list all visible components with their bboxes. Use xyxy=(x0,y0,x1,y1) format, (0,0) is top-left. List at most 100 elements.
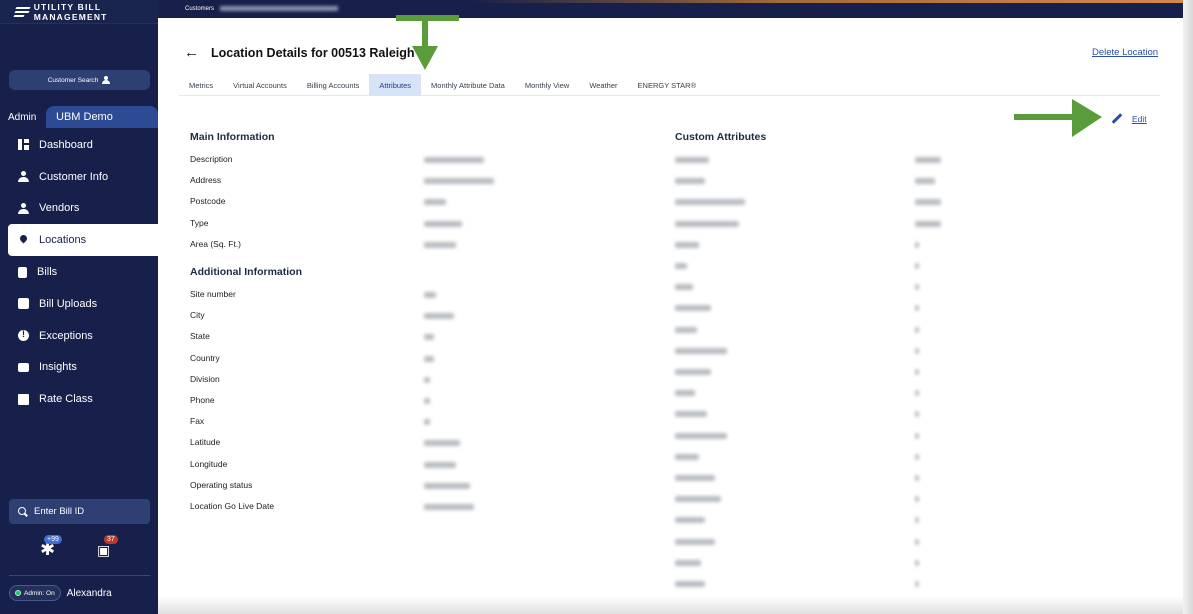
custom-attribute-value-redacted xyxy=(915,305,919,312)
field-value-redacted xyxy=(424,376,430,383)
field-label: Fax xyxy=(190,416,205,427)
sidebar-item-bill-uploads[interactable]: Bill Uploads xyxy=(0,288,158,320)
custom-attribute-value-redacted xyxy=(915,220,941,227)
custom-attribute-value-redacted xyxy=(915,369,919,375)
sidebar-item-label: Rate Class xyxy=(39,393,93,406)
custom-attribute-value-redacted xyxy=(915,432,919,439)
custom-attribute-name-redacted xyxy=(675,199,745,206)
admin-toggle[interactable]: Admin: On xyxy=(9,585,61,601)
person-icon xyxy=(18,171,29,183)
custom-attribute-value-redacted xyxy=(915,178,935,185)
custom-attribute-name-redacted xyxy=(675,411,707,418)
notification-area: ✱ +99 ▣ 37 xyxy=(0,534,158,560)
delete-location-link[interactable]: Delete Location xyxy=(1092,47,1158,58)
field-value-redacted xyxy=(424,292,436,298)
upload-icon xyxy=(18,298,29,310)
sidebar-item-label: Exceptions xyxy=(39,329,93,342)
document-icon xyxy=(18,266,27,278)
sidebar-item-vendors[interactable]: Vendors xyxy=(0,193,158,225)
title-row: ← Location Details for 00513 Raleigh xyxy=(184,44,415,61)
sidebar-item-dashboard[interactable]: Dashboard xyxy=(0,129,158,161)
field-label: Phone xyxy=(190,395,215,405)
sidebar-item-label: Vendors xyxy=(39,202,80,215)
notification-count-badge: +99 xyxy=(44,535,62,544)
custom-attribute-name-redacted xyxy=(675,559,701,566)
field-value-redacted xyxy=(424,504,474,510)
top-bar: Customers xyxy=(158,0,1193,18)
field-label: Country xyxy=(190,352,220,363)
custom-attribute-name-redacted xyxy=(675,496,721,503)
breadcrumb-redacted xyxy=(220,6,339,11)
custom-attribute-value-redacted xyxy=(915,411,919,418)
sidebar-item-customer-info[interactable]: Customer Info xyxy=(0,161,158,193)
sidebar-item-label: Insights xyxy=(39,361,77,374)
sidebar-item-locations[interactable]: Locations xyxy=(8,224,158,257)
tab-metrics[interactable]: Metrics xyxy=(179,74,223,96)
bottom-fade xyxy=(158,596,1183,614)
custom-attribute-value-redacted xyxy=(915,199,941,206)
tab-billing-accounts[interactable]: Billing Accounts xyxy=(297,74,370,96)
person-icon xyxy=(18,202,29,214)
sidebar-item-label: Customer Info xyxy=(39,170,109,183)
tab-monthly-attribute-data[interactable]: Monthly Attribute Data xyxy=(421,74,515,96)
field-label: Postcode xyxy=(190,196,226,207)
custom-attribute-name-redacted xyxy=(675,432,727,439)
edit-button[interactable]: Edit xyxy=(1110,113,1147,125)
customer-search-button[interactable]: Customer Search xyxy=(9,70,150,90)
sidebar-item-label: Dashboard xyxy=(39,138,93,151)
tab-virtual-accounts[interactable]: Virtual Accounts xyxy=(223,74,297,96)
sidebar-item-bills[interactable]: Bills xyxy=(0,256,158,288)
right-edge xyxy=(1183,0,1193,614)
tab-bar: Metrics Virtual Accounts Billing Account… xyxy=(179,74,1160,96)
custom-attribute-value-redacted xyxy=(915,559,919,566)
field-value-redacted xyxy=(424,461,456,468)
tab-energy-star[interactable]: ENERGY STAR® xyxy=(628,74,707,96)
field-value-redacted xyxy=(424,313,454,320)
custom-attribute-name-redacted xyxy=(675,347,727,354)
field-value-redacted xyxy=(424,220,462,227)
tab-attributes[interactable]: Attributes xyxy=(369,74,422,96)
sidebar-item-exceptions[interactable]: Exceptions xyxy=(0,320,158,352)
field-label: Address xyxy=(190,175,222,186)
tab-monthly-view[interactable]: Monthly View xyxy=(515,74,579,96)
org-switcher[interactable]: Admin UBM Demo xyxy=(0,106,158,128)
custom-attribute-value-redacted xyxy=(915,453,919,460)
field-label: Operating status xyxy=(190,479,253,490)
custom-attribute-name-redacted xyxy=(675,220,739,227)
custom-attribute-value-redacted xyxy=(915,241,919,248)
sidebar-nav: Dashboard Customer Info Vendors Location… xyxy=(0,129,158,415)
breadcrumb-root[interactable]: Customers xyxy=(185,6,214,12)
customer-search-label: Customer Search xyxy=(47,76,99,84)
field-value-redacted xyxy=(424,157,484,163)
custom-attribute-name-redacted xyxy=(675,538,715,545)
field-label: Division xyxy=(190,373,220,384)
custom-attribute-name-redacted xyxy=(675,581,705,587)
field-label: Location Go Live Date xyxy=(190,501,275,511)
sidebar-item-insights[interactable]: Insights xyxy=(0,352,158,384)
field-label: Area (Sq. Ft.) xyxy=(190,238,242,249)
field-label: Description xyxy=(190,154,233,164)
user-name[interactable]: Alexandra xyxy=(67,588,112,599)
field-value-redacted xyxy=(424,334,434,341)
org-name[interactable]: UBM Demo xyxy=(46,106,158,128)
custom-attribute-name-redacted xyxy=(675,178,705,185)
brand-header[interactable]: UTILITY BILL MANAGEMENT xyxy=(0,0,158,24)
field-label: City xyxy=(190,310,205,321)
field-value-redacted xyxy=(424,482,470,489)
brand-logo-icon xyxy=(13,6,31,17)
bill-id-search[interactable]: Enter Bill ID xyxy=(9,499,150,524)
custom-attribute-value-redacted xyxy=(915,390,919,397)
field-label: Latitude xyxy=(190,437,221,448)
custom-attribute-name-redacted xyxy=(675,326,697,333)
custom-attribute-value-redacted xyxy=(915,475,919,481)
custom-attribute-value-redacted xyxy=(915,538,919,545)
back-arrow-icon[interactable]: ← xyxy=(184,44,199,61)
field-value-redacted xyxy=(424,398,430,404)
custom-attribute-value-redacted xyxy=(915,326,919,333)
field-value-redacted xyxy=(424,199,446,206)
custom-attribute-name-redacted xyxy=(675,390,695,397)
sidebar-item-rate-class[interactable]: Rate Class xyxy=(0,383,158,415)
tab-weather[interactable]: Weather xyxy=(579,74,627,96)
bill-id-input[interactable]: Enter Bill ID xyxy=(34,506,84,517)
sidebar-item-label: Bills xyxy=(37,266,58,279)
